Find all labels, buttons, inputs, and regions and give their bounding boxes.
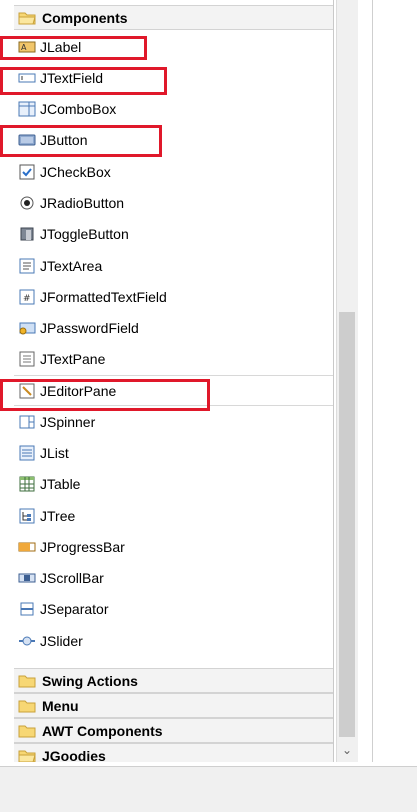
category-jgoodies[interactable]: JGoodies [14,743,333,763]
jpasswordfield-icon [18,319,36,337]
item-label: JTree [40,507,76,524]
scroll-down-arrow-icon[interactable]: ⌄ [336,740,358,760]
folder-icon [18,724,36,738]
category-label: Swing Actions [42,672,138,689]
jbutton-icon [18,131,36,149]
item-label: JTextPane [40,350,106,367]
palette-item-jbutton[interactable]: JButton [14,124,333,155]
category-label: Menu [42,697,79,714]
jscrollbar-icon [18,569,36,587]
category-label: Components [42,9,128,26]
palette-item-jradiobutton[interactable]: JRadioButton [14,187,333,218]
jradiobutton-icon [18,194,36,212]
item-label: JButton [40,131,88,148]
jcheckbox-icon [18,163,36,181]
palette-item-jpasswordfield[interactable]: JPasswordField [14,312,333,343]
category-label: AWT Components [42,722,163,739]
palette-item-jtable[interactable]: JTable [14,468,333,499]
item-label: JSeparator [40,600,109,617]
item-label: JEditorPane [40,382,117,399]
svg-text:A: A [21,43,27,52]
jlabel-icon: A [18,38,36,56]
item-label: JProgressBar [40,538,125,555]
jeditorpane-icon [18,382,36,400]
jtable-icon [18,475,36,493]
palette-item-jtree[interactable]: JTree [14,500,333,531]
jseparator-icon [18,600,36,618]
category-menu[interactable]: Menu [14,693,333,718]
jtextarea-icon [18,257,36,275]
palette-item-jslider[interactable]: JSlider [14,625,333,656]
item-label: JPasswordField [40,319,139,336]
category-awt-components[interactable]: AWT Components [14,718,333,743]
panel-divider [372,0,373,762]
item-label: JScrollBar [40,569,104,586]
folder-icon [18,674,36,688]
category-label: JGoodies [42,747,106,763]
folder-open-icon [18,11,36,25]
palette-item-jlabel[interactable]: A JLabel [14,31,333,62]
jtogglebutton-icon [18,225,36,243]
bottom-panel [0,766,417,812]
scrollbar-thumb[interactable] [339,312,355,737]
palette-item-jcheckbox[interactable]: JCheckBox [14,156,333,187]
item-label: JTable [40,475,81,492]
palette-item-jtextfield[interactable]: JTextField [14,62,333,93]
jlist-icon [18,444,36,462]
palette-item-jeditorpane[interactable]: JEditorPane [14,375,333,406]
item-label: JTextField [40,69,104,86]
item-label: JFormattedTextField [40,288,167,305]
item-label: JSlider [40,632,83,649]
item-label: JTextArea [40,257,103,274]
palette-item-jtextarea[interactable]: JTextArea [14,250,333,281]
item-label: JRadioButton [40,194,125,211]
component-palette: Components A JLabel JTextField JComboBox… [0,0,334,762]
category-components[interactable]: Components [14,5,333,30]
jtextfield-icon [18,69,36,87]
palette-item-jtogglebutton[interactable]: JToggleButton [14,218,333,249]
item-label: JComboBox [40,100,117,117]
item-label: JToggleButton [40,225,129,242]
item-label: JLabel [40,38,82,55]
item-label: JSpinner [40,413,96,430]
palette-item-jcombobox[interactable]: JComboBox [14,93,333,124]
jspinner-icon [18,413,36,431]
jtextpane-icon [18,350,36,368]
palette-item-jseparator[interactable]: JSeparator [14,593,333,624]
palette-item-jscrollbar[interactable]: JScrollBar [14,562,333,593]
jcombobox-icon [18,100,36,118]
jformattedtextfield-icon: # [18,288,36,306]
folder-icon [18,699,36,713]
palette-item-jformattedtextfield[interactable]: # JFormattedTextField [14,281,333,312]
item-label: JCheckBox [40,163,111,180]
item-label: JList [40,444,69,461]
jprogressbar-icon [18,538,36,556]
svg-text:#: # [23,294,31,304]
category-swing-actions[interactable]: Swing Actions [14,668,333,693]
palette-item-jspinner[interactable]: JSpinner [14,406,333,437]
jslider-icon [18,632,36,650]
folder-open-icon [18,749,36,762]
palette-item-jlist[interactable]: JList [14,437,333,468]
palette-item-jtextpane[interactable]: JTextPane [14,343,333,374]
jtree-icon [18,507,36,525]
palette-item-jprogressbar[interactable]: JProgressBar [14,531,333,562]
